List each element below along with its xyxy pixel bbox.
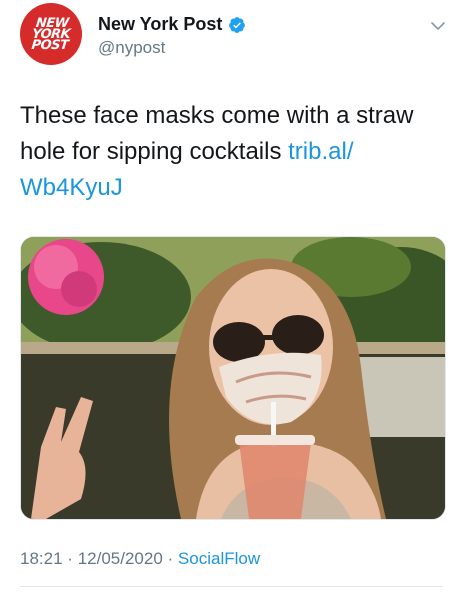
handle[interactable]: @nypost [98,38,165,58]
verified-badge-icon [229,16,246,33]
chevron-down-icon[interactable] [428,16,448,36]
tweet-photo[interactable] [20,236,446,520]
photo-woman-with-mask [21,237,445,519]
tweet-card: NEW YORK POST New York Post @nypost Thes… [0,0,463,600]
nypost-logo: NEW YORK POST [30,15,71,53]
tweet-text: These face masks come with a straw hole … [20,98,448,206]
tweet-date[interactable]: 12/05/2020 [78,549,163,568]
meta-separator: · [67,549,73,568]
tweet-body: These face masks come with a straw hole … [20,102,414,165]
avatar[interactable]: NEW YORK POST [20,3,82,65]
display-name-text: New York Post [98,14,223,34]
display-name[interactable]: New York Post [98,14,246,35]
tweet-meta: 18:21 · 12/05/2020 · SocialFlow [20,549,260,569]
meta-separator: · [167,549,174,568]
tweet-source[interactable]: SocialFlow [178,549,260,568]
divider [20,586,443,587]
tweet-time[interactable]: 18:21 [20,549,63,568]
